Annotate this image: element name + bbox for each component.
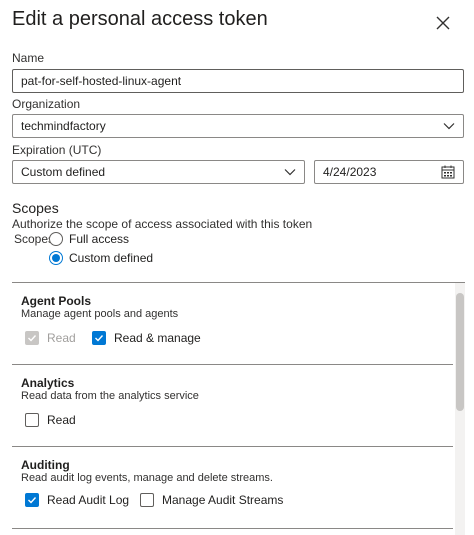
name-input-value: pat-for-self-hosted-linux-agent <box>21 74 182 88</box>
checkmark-icon <box>92 331 106 345</box>
checkbox-analytics-read[interactable]: Read <box>25 413 76 427</box>
dialog-title: Edit a personal access token <box>12 8 268 30</box>
chevron-down-icon <box>284 169 296 176</box>
checkbox-label: Read & manage <box>114 331 201 345</box>
checkbox-label: Read <box>47 331 76 345</box>
organization-value: techmindfactory <box>21 119 106 133</box>
expiration-date-value: 4/24/2023 <box>323 165 377 179</box>
chevron-down-icon <box>443 123 455 130</box>
radio-full-access[interactable]: Full access <box>49 232 129 246</box>
scopes-description: Authorize the scope of access associated… <box>12 217 313 231</box>
expiration-dropdown[interactable]: Custom defined <box>12 160 305 184</box>
radio-full-access-label: Full access <box>69 232 130 246</box>
scope-group-description: Read data from the analytics service <box>21 390 199 402</box>
radio-custom-defined-label: Custom defined <box>69 251 154 265</box>
checkbox-label: Read <box>47 413 76 427</box>
checkbox-empty-icon <box>140 493 154 507</box>
checkmark-icon <box>25 493 39 507</box>
scope-group-description: Manage agent pools and agents <box>21 308 179 320</box>
scope-group-title: Agent Pools <box>21 294 92 308</box>
radio-selected-icon <box>49 251 63 265</box>
checkbox-empty-icon <box>25 413 39 427</box>
checkbox-label: Read Audit Log <box>47 493 130 507</box>
expiration-label: Expiration (UTC) <box>12 143 102 157</box>
checkbox-auditing-manage-audit-streams[interactable]: Manage Audit Streams <box>140 493 283 507</box>
scope-group-analytics: Analytics Read data from the analytics s… <box>12 365 453 447</box>
scrollbar-thumb[interactable] <box>456 293 464 411</box>
scope-group-auditing: Auditing Read audit log events, manage a… <box>12 447 453 529</box>
checkmark-icon <box>25 331 39 345</box>
checkbox-label: Manage Audit Streams <box>162 493 284 507</box>
calendar-icon[interactable] <box>441 165 455 179</box>
scope-group-agent-pools: Agent Pools Manage agent pools and agent… <box>12 283 453 365</box>
scope-group-title: Auditing <box>21 458 70 472</box>
scopes-list-panel: Agent Pools Manage agent pools and agent… <box>12 282 465 535</box>
organization-dropdown[interactable]: techmindfactory <box>12 114 464 138</box>
scopes-heading: Scopes <box>12 200 59 216</box>
expiration-value: Custom defined <box>21 165 106 179</box>
expiration-date-picker[interactable]: 4/24/2023 <box>314 160 464 184</box>
scope-group-title: Analytics <box>21 376 75 390</box>
name-input[interactable]: pat-for-self-hosted-linux-agent <box>12 69 464 93</box>
scrollbar-track[interactable] <box>455 283 465 535</box>
checkbox-auditing-read-audit-log[interactable]: Read Audit Log <box>25 493 129 507</box>
checkbox-agent-pools-read: Read <box>25 331 76 345</box>
radio-icon <box>49 232 63 246</box>
divider <box>12 528 453 529</box>
name-label: Name <box>12 51 45 65</box>
checkbox-agent-pools-read-manage[interactable]: Read & manage <box>92 331 201 345</box>
organization-label: Organization <box>12 97 81 111</box>
radio-custom-defined[interactable]: Custom defined <box>49 251 153 265</box>
scope-group-description: Read audit log events, manage and delete… <box>21 472 273 484</box>
close-icon[interactable] <box>432 12 454 34</box>
